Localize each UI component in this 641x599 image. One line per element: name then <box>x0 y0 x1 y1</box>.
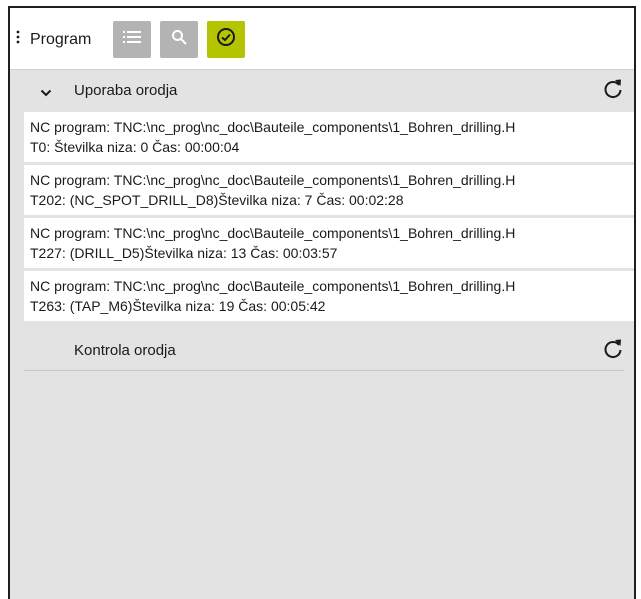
check-circle-icon <box>216 27 236 52</box>
row-tool-info: T227: (DRILL_D5)Številka niza: 13 Čas: 0… <box>30 245 338 261</box>
list-view-button[interactable] <box>113 21 151 58</box>
search-button[interactable] <box>160 21 198 58</box>
row-program-path: NC program: TNC:\nc_prog\nc_doc\Bauteile… <box>30 225 516 241</box>
section-header-tool-check[interactable]: Kontrola orodja <box>24 330 634 370</box>
row-program-path: NC program: TNC:\nc_prog\nc_doc\Bauteile… <box>30 172 516 188</box>
chevron-down-icon[interactable] <box>40 84 52 102</box>
panel-title: Program <box>30 30 92 48</box>
list-item[interactable]: NC program: TNC:\nc_prog\nc_doc\Bauteile… <box>24 271 634 321</box>
row-program-path: NC program: TNC:\nc_prog\nc_doc\Bauteile… <box>30 119 516 135</box>
tool-usage-list: NC program: TNC:\nc_prog\nc_doc\Bauteile… <box>24 112 634 324</box>
program-panel: Program Uporaba orodja NC program: TNC:\… <box>8 6 636 599</box>
refresh-icon[interactable] <box>602 78 624 105</box>
section-header-tool-usage[interactable]: Uporaba orodja <box>24 70 634 110</box>
toolbar: Program <box>10 8 634 70</box>
list-item[interactable]: NC program: TNC:\nc_prog\nc_doc\Bauteile… <box>24 165 634 215</box>
more-vertical-icon[interactable] <box>16 30 22 49</box>
list-item[interactable]: NC program: TNC:\nc_prog\nc_doc\Bauteile… <box>24 112 634 162</box>
row-tool-info: T202: (NC_SPOT_DRILL_D8)Številka niza: 7… <box>30 192 404 208</box>
section-title: Kontrola orodja <box>74 341 176 359</box>
row-program-path: NC program: TNC:\nc_prog\nc_doc\Bauteile… <box>30 278 516 294</box>
tool-check-button[interactable] <box>207 21 245 58</box>
section-divider <box>24 370 624 371</box>
refresh-icon[interactable] <box>602 338 624 365</box>
list-item[interactable]: NC program: TNC:\nc_prog\nc_doc\Bauteile… <box>24 218 634 268</box>
row-tool-info: T0: Številka niza: 0 Čas: 00:00:04 <box>30 139 240 155</box>
search-icon <box>171 29 187 50</box>
panel-menu[interactable]: Program <box>16 30 91 49</box>
list-icon <box>123 30 141 49</box>
section-title: Uporaba orodja <box>74 81 178 99</box>
row-tool-info: T263: (TAP_M6)Številka niza: 19 Čas: 00:… <box>30 298 326 314</box>
